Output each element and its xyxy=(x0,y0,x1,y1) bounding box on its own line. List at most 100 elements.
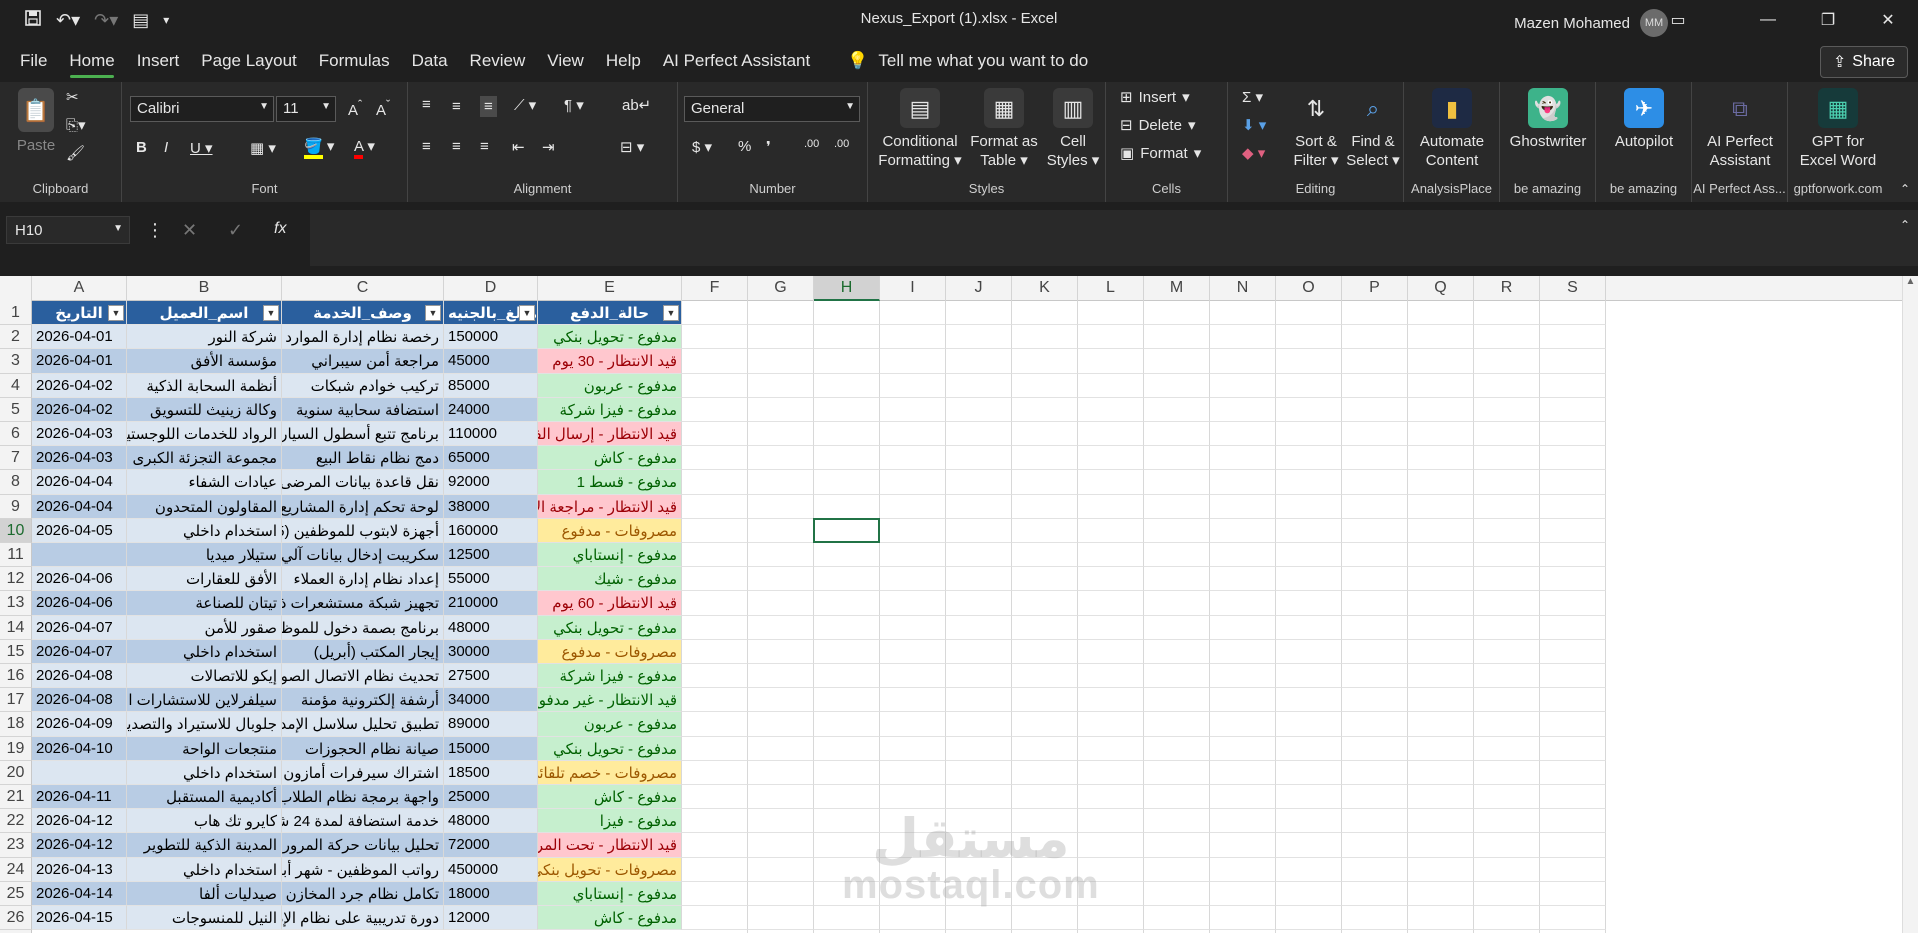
grid-cell[interactable] xyxy=(1144,591,1210,616)
filter-dropdown-icon[interactable]: ▼ xyxy=(519,305,535,321)
column-header-d[interactable]: D xyxy=(444,276,538,301)
grid-cell[interactable] xyxy=(1408,809,1474,834)
cell-client[interactable]: منتجعات الواحة xyxy=(127,736,282,761)
cell-payment-status[interactable]: قيد الانتظار - إرسال الفاتورة xyxy=(538,422,682,447)
cell-date[interactable]: 2026-04-14 xyxy=(32,881,127,906)
grid-cell[interactable] xyxy=(880,639,946,664)
share-button[interactable]: ⇪ Share xyxy=(1819,46,1908,78)
grid-cell[interactable] xyxy=(1012,615,1078,640)
grid-cell[interactable] xyxy=(1276,639,1342,664)
grid-cell[interactable] xyxy=(1276,301,1342,326)
cell-date[interactable]: 2026-04-03 xyxy=(32,446,127,471)
format-painter-icon[interactable]: 🖌 xyxy=(66,144,85,162)
grid-cell[interactable] xyxy=(748,833,814,858)
cell-payment-status[interactable]: مدفوع - تحويل بنكي xyxy=(538,615,682,640)
cell-date[interactable] xyxy=(32,760,127,785)
grid-cell[interactable] xyxy=(1474,664,1540,689)
grid-cell[interactable] xyxy=(682,470,748,495)
tab-formulas[interactable]: Formulas xyxy=(308,40,401,82)
grid-cell[interactable] xyxy=(748,736,814,761)
grid-cell[interactable] xyxy=(1144,664,1210,689)
grid-cell[interactable] xyxy=(1540,301,1606,326)
cell-date[interactable]: 2026-04-02 xyxy=(32,373,127,398)
grid-cell[interactable] xyxy=(1276,591,1342,616)
grid-cell[interactable] xyxy=(1408,446,1474,471)
cell-service[interactable]: تركيب خوادم شبكات xyxy=(282,373,444,398)
grid-cell[interactable] xyxy=(682,518,748,543)
grid-cell[interactable] xyxy=(880,397,946,422)
cell-date[interactable]: 2026-04-11 xyxy=(32,785,127,810)
grid-cell[interactable] xyxy=(814,422,880,447)
tab-review[interactable]: Review xyxy=(459,40,537,82)
grid-cell[interactable] xyxy=(1210,712,1276,737)
grid-cell[interactable] xyxy=(682,397,748,422)
grid-cell[interactable] xyxy=(946,325,1012,350)
grid-cell[interactable] xyxy=(1342,664,1408,689)
cell-payment-status[interactable]: مدفوع - فيزا شركة xyxy=(538,397,682,422)
cell-service[interactable]: خدمة استضافة لمدة 24 شهر xyxy=(282,809,444,834)
grid-cell[interactable] xyxy=(1276,615,1342,640)
grid-cell[interactable] xyxy=(1144,688,1210,713)
grid-cell[interactable] xyxy=(682,833,748,858)
comma-icon[interactable]: ❜ xyxy=(766,138,771,156)
cell-service[interactable]: أجهزة لابتوب للموظفين (5 ديل) xyxy=(282,518,444,543)
name-box[interactable]: H10 ▼ xyxy=(6,216,130,244)
grid-cell[interactable] xyxy=(1540,736,1606,761)
grid-cell[interactable] xyxy=(1210,325,1276,350)
grid-cell[interactable] xyxy=(748,325,814,350)
grid-cell[interactable] xyxy=(682,567,748,592)
cell-amount[interactable]: 12000 xyxy=(444,906,538,931)
grid-cell[interactable] xyxy=(1078,567,1144,592)
grid-cell[interactable] xyxy=(1408,785,1474,810)
filter-dropdown-icon[interactable]: ▼ xyxy=(663,305,679,321)
grid-cell[interactable] xyxy=(814,397,880,422)
grid-cell[interactable] xyxy=(748,422,814,447)
cell-client[interactable]: شركة النور xyxy=(127,325,282,350)
font-color-icon[interactable]: A ▾ xyxy=(354,137,375,159)
grid-cell[interactable] xyxy=(682,785,748,810)
grid-cell[interactable] xyxy=(1276,446,1342,471)
cell-service[interactable]: نقل قاعدة بيانات المرضى xyxy=(282,470,444,495)
grid-cell[interactable] xyxy=(1078,494,1144,519)
grid-cell[interactable] xyxy=(1210,906,1276,931)
grid-cell[interactable] xyxy=(1342,494,1408,519)
cell-amount[interactable]: 30000 xyxy=(444,639,538,664)
user-account[interactable]: Mazen Mohamed MM xyxy=(1514,9,1668,37)
cell-amount[interactable]: 55000 xyxy=(444,567,538,592)
cell-payment-status[interactable]: قيد الانتظار - مراجعة الإدارة xyxy=(538,494,682,519)
grid-cell[interactable] xyxy=(1078,736,1144,761)
grid-cell[interactable] xyxy=(1408,301,1474,326)
grid-cell[interactable] xyxy=(748,785,814,810)
grid-cell[interactable] xyxy=(1012,373,1078,398)
grid-cell[interactable] xyxy=(946,712,1012,737)
cell-client[interactable]: عيادات الشفاء xyxy=(127,470,282,495)
grid-cell[interactable] xyxy=(682,760,748,785)
grid-cell[interactable] xyxy=(946,422,1012,447)
grid-cell[interactable] xyxy=(1540,397,1606,422)
restore-icon[interactable]: ❐ xyxy=(1798,0,1858,40)
grid-cell[interactable] xyxy=(1540,446,1606,471)
grid-cell[interactable] xyxy=(748,567,814,592)
grid-cell[interactable] xyxy=(1342,833,1408,858)
grid-cell[interactable] xyxy=(1342,760,1408,785)
grid-cell[interactable] xyxy=(1276,518,1342,543)
grid-cell[interactable] xyxy=(1078,470,1144,495)
grid-cell[interactable] xyxy=(1408,736,1474,761)
row-header-12[interactable]: 12 xyxy=(0,567,32,592)
grid-cell[interactable] xyxy=(814,301,880,326)
grid-cell[interactable] xyxy=(1276,809,1342,834)
grid-cell[interactable] xyxy=(880,615,946,640)
tab-data[interactable]: Data xyxy=(401,40,459,82)
grid-cell[interactable] xyxy=(1210,349,1276,374)
grid-cell[interactable] xyxy=(1342,712,1408,737)
grid-cell[interactable] xyxy=(1012,494,1078,519)
align-left-icon[interactable]: ≡ xyxy=(422,138,431,155)
cell-amount[interactable]: 92000 xyxy=(444,470,538,495)
grid-cell[interactable] xyxy=(946,373,1012,398)
cell-client[interactable]: مجموعة التجزئة الكبرى xyxy=(127,446,282,471)
cell-payment-status[interactable]: قيد الانتظار - تحت المراجعة xyxy=(538,833,682,858)
grid-cell[interactable] xyxy=(946,688,1012,713)
grid-cell[interactable] xyxy=(1342,446,1408,471)
insert-cells-button[interactable]: ⊞ Insert ▾ xyxy=(1120,88,1190,107)
grid-cell[interactable] xyxy=(1474,639,1540,664)
